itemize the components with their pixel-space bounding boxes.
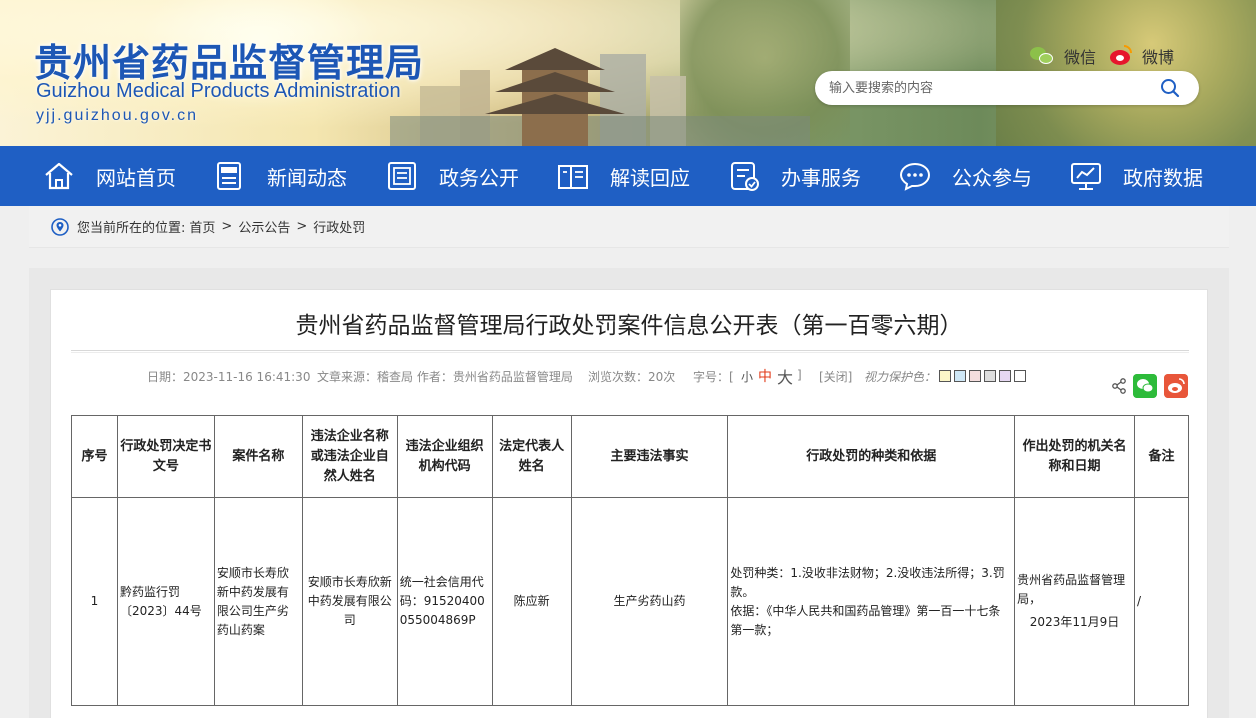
home-icon [45,162,73,190]
nav-item-services[interactable]: 办事服务 [727,146,861,206]
site-logo-english: Guizhou Medical Products Administration [36,80,401,102]
font-size-label: 字号：[ [693,370,734,384]
header-penalty: 行政处罚的种类和依据 [727,415,1016,498]
cell-case-name: 安顺市长寿欣新中药发展有限公司生产劣药山药案 [213,497,303,706]
breadcrumb-prefix: 您当前所在的位置: [77,221,186,236]
font-medium-button[interactable]: 中 [758,366,772,386]
breadcrumb-separator: > [221,219,233,234]
wechat-link[interactable]: 微信 [1030,44,1096,68]
search-icon[interactable] [1160,78,1180,98]
weibo-label: 微博 [1142,48,1175,67]
nav-label: 办事服务 [781,165,861,190]
search-input[interactable] [829,77,1149,99]
swatch-purple[interactable] [999,370,1011,382]
weibo-link[interactable]: 微博 [1108,44,1174,68]
meta-date: 日期：2023-11-16 16:41:30 [147,370,311,384]
breadcrumb-separator: > [296,219,308,234]
cell-no: 1 [71,497,118,706]
service-icon [731,162,759,191]
breadcrumb-notices[interactable]: 公示公告 [238,217,290,236]
data-icon [1071,163,1101,190]
penalty-type: 处罚种类：1.没收非法财物；2.没收违法所得；3.罚款。 [730,565,1005,599]
wechat-label: 微信 [1064,48,1097,67]
nav-label: 公众参与 [952,165,1032,190]
header-fact: 主要违法事实 [570,415,729,498]
site-header: 贵州省药品监督管理局 Guizhou Medical Products Admi… [0,0,1256,146]
nav-label: 政务公开 [439,165,519,190]
site-logo-title[interactable]: 贵州省药品监督管理局 [34,32,424,87]
swatch-white[interactable] [1014,370,1026,382]
share-weibo-icon[interactable] [1164,374,1188,398]
cell-penalty: 处罚种类：1.没收非法财物；2.没收违法所得；3.罚款。 依据：《中华人民共和国… [727,497,1016,706]
eye-care-swatches [939,370,1029,382]
nav-label: 网站首页 [96,165,176,190]
penalty-table: 序号 行政处罚决定书文号 案件名称 违法企业名称或违法企业自然人姓名 违法企业组… [71,415,1190,706]
header-bridge [390,116,810,146]
site-url: yjj.guizhou.gov.cn [36,107,198,124]
cell-fact: 生产劣药山药 [570,497,729,706]
nav-item-home[interactable]: 网站首页 [42,146,176,206]
breadcrumb-home[interactable]: 首页 [189,217,215,236]
nav-item-interpretation[interactable]: 解读回应 [556,146,690,206]
location-icon [51,217,69,236]
font-large-button[interactable]: 大 [777,364,793,388]
chat-icon [899,162,931,191]
header-legal-rep: 法定代表人姓名 [491,415,572,498]
nav-item-participation[interactable]: 公众参与 [898,146,1032,206]
book-icon [558,165,588,189]
header-note: 备注 [1133,415,1190,498]
header-company: 违法企业名称或违法企业自然人姓名 [301,415,398,498]
nav-label: 新闻动态 [267,165,347,190]
wechat-icon [1030,45,1056,67]
cell-org-code: 统一社会信用代码：91520400055004869P [396,497,493,706]
eye-care-label: 视力保护色： [864,370,937,384]
nav-label: 政府数据 [1123,165,1203,190]
penalty-basis: 依据：《中华人民共和国药品管理》第一百一十七条第一款； [730,603,1001,637]
table-row: 1 黔药监行罚〔2023〕44号 安顺市长寿欣新中药发展有限公司生产劣药山药案 … [71,497,1190,706]
authority-date: 2023年11月9日 [1029,615,1120,629]
header-no: 序号 [71,415,118,498]
cell-doc-no: 黔药监行罚〔2023〕44号 [116,497,215,706]
cell-authority: 贵州省药品监督管理局， 2023年11月9日 [1014,497,1135,706]
breadcrumb: 您当前所在的位置: 首页 > 公示公告 > 行政处罚 [29,206,1229,248]
header-org-code: 违法企业组织机构代码 [396,415,493,498]
nav-label: 解读回应 [610,165,690,190]
swatch-gray[interactable] [984,370,996,382]
nav-item-gov-affairs[interactable]: 政务公开 [385,146,519,206]
font-small-button[interactable]: 小 [741,368,753,385]
main-nav: 网站首页 新闻动态 政务公开 解读回应 办事服务 公众参与 政府数据 [0,146,1256,206]
news-icon [217,162,241,190]
swatch-blue[interactable] [954,370,966,382]
cell-note: / [1133,497,1190,706]
meta-source: 文章来源：稽查局 作者：贵州省药品监督管理局 [317,370,573,384]
article: 贵州省药品监督管理局行政处罚案件信息公开表（第一百零六期） 日期：2023-11… [50,289,1208,718]
cell-company: 安顺市长寿欣新中药发展有限公司 [301,497,398,706]
header-authority: 作出处罚的机关名称和日期 [1014,415,1135,498]
header-case-name: 案件名称 [213,415,303,498]
swatch-pink[interactable] [969,370,981,382]
weibo-icon [1108,45,1134,67]
cell-legal-rep: 陈应新 [491,497,572,706]
document-icon [388,162,416,190]
breadcrumb-penalty[interactable]: 行政处罚 [313,217,365,236]
share-wechat-icon[interactable] [1133,374,1157,398]
article-title: 贵州省药品监督管理局行政处罚案件信息公开表（第一百零六期） [295,313,963,339]
font-size-close: ] [797,368,802,382]
nav-item-gov-data[interactable]: 政府数据 [1069,146,1203,206]
header-doc-no: 行政处罚决定书文号 [116,415,215,498]
nav-item-news[interactable]: 新闻动态 [213,146,347,206]
share-icon[interactable] [1111,378,1127,394]
search-box [815,71,1199,105]
table-header-row: 序号 行政处罚决定书文号 案件名称 违法企业名称或违法企业自然人姓名 违法企业组… [71,415,1190,498]
meta-views: 浏览次数：20次 [588,370,676,384]
swatch-yellow[interactable] [939,370,951,382]
title-divider [71,350,1189,353]
authority-name: 贵州省药品监督管理局， [1017,573,1126,606]
close-button[interactable]: [关闭] [819,368,852,385]
content-area: 贵州省药品监督管理局行政处罚案件信息公开表（第一百零六期） 日期：2023-11… [29,268,1229,718]
